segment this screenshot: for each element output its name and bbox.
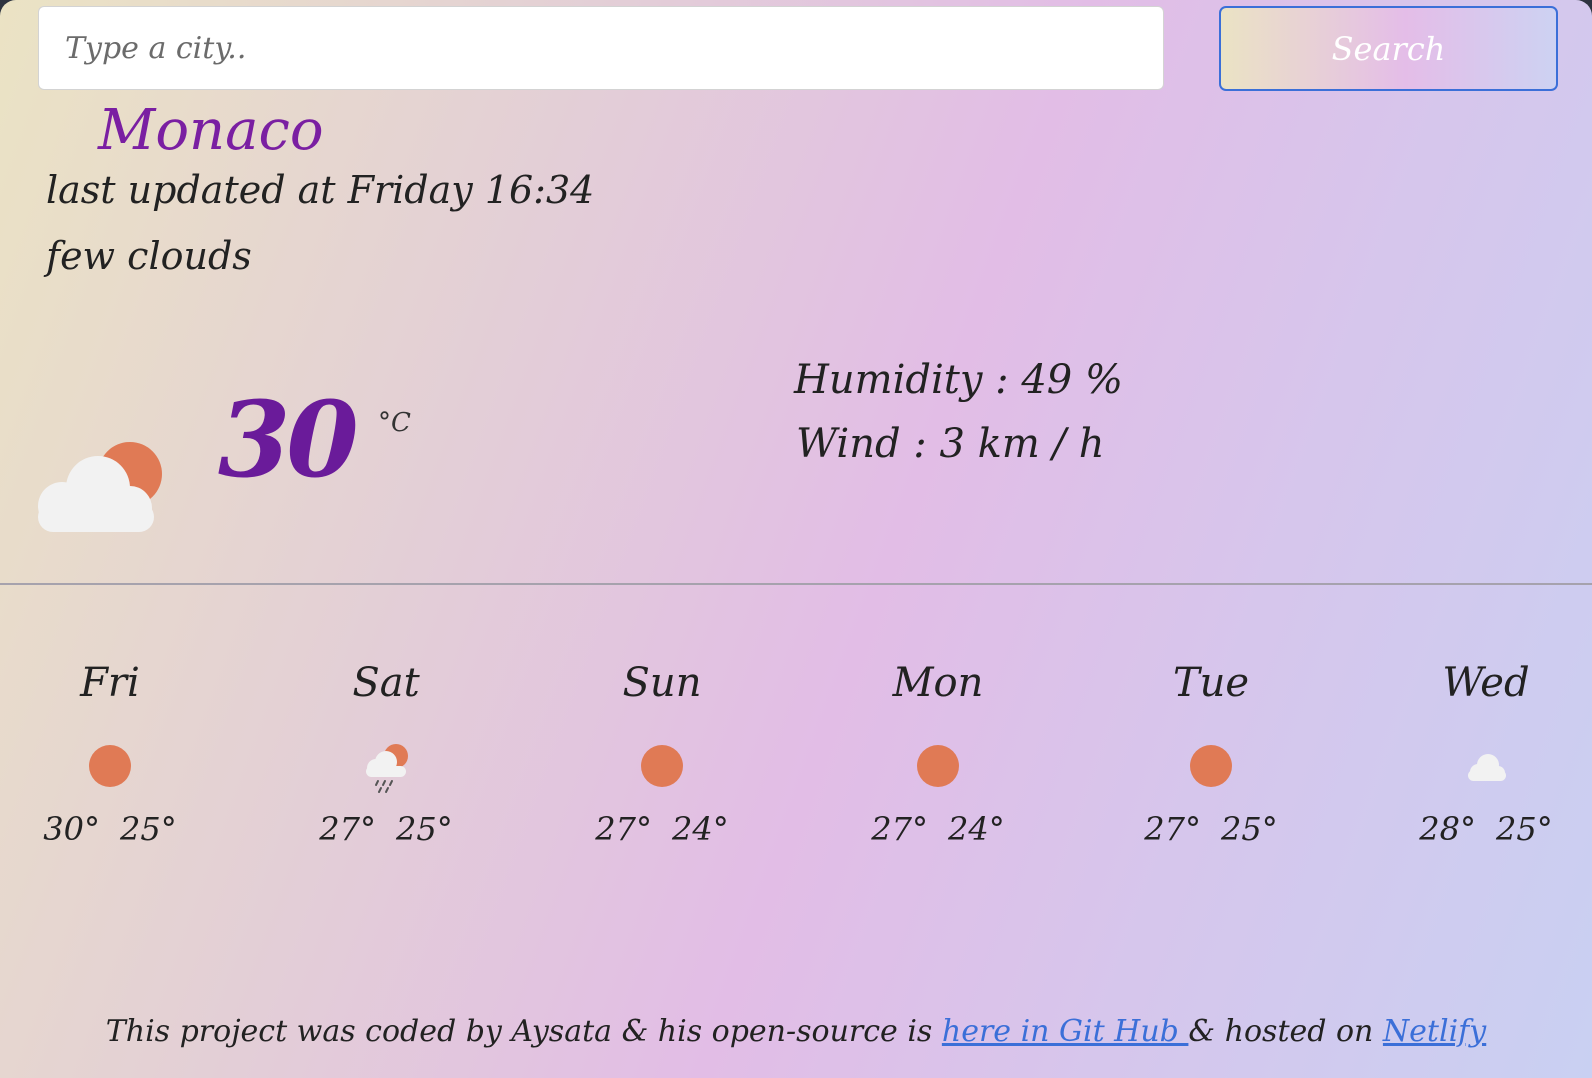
forecast-max-temp: 27°	[871, 810, 928, 848]
section-divider	[0, 583, 1592, 585]
wind-readout: Wind : 3 km / h	[796, 421, 1105, 467]
rain-day-icon	[366, 744, 408, 793]
clear-sky-icon	[641, 745, 683, 787]
forecast-temps: 27° 24°	[552, 810, 772, 848]
forecast-temps: 27° 25°	[276, 810, 496, 848]
cloud-icon	[1468, 754, 1506, 781]
city-name: Monaco	[98, 98, 324, 163]
forecast-min-temp: 25°	[120, 810, 177, 848]
clear-sky-icon	[89, 745, 131, 787]
forecast-temps: 30° 25°	[0, 810, 220, 848]
footer-text-hosted: & hosted on	[1188, 1014, 1383, 1049]
forecast-day-mon: Mon 27° 24°	[828, 660, 1048, 848]
forecast-day-wed: Wed 28° 25°	[1376, 660, 1592, 848]
weather-app: Search Monaco last updated at Friday 16:…	[0, 0, 1592, 1078]
forecast-day-sat: Sat 27° 25°	[276, 660, 496, 848]
forecast-max-temp: 27°	[595, 810, 652, 848]
forecast-min-temp: 25°	[396, 810, 453, 848]
forecast-day-name: Mon	[892, 660, 984, 706]
clear-sky-icon	[917, 745, 959, 787]
footer: This project was coded by Aysata & his o…	[0, 1014, 1592, 1049]
forecast-temps: 28° 25°	[1376, 810, 1592, 848]
netlify-link[interactable]: Netlify	[1383, 1014, 1486, 1049]
forecast-min-temp: 24°	[672, 810, 729, 848]
forecast-temps: 27° 25°	[1101, 810, 1321, 848]
search-button[interactable]: Search	[1219, 6, 1558, 91]
forecast-day-name: Wed	[1442, 660, 1530, 706]
forecast-day-name: Fri	[80, 660, 140, 706]
forecast-day-name: Sun	[622, 660, 702, 706]
city-search-input[interactable]	[38, 6, 1164, 90]
forecast-max-temp: 30°	[43, 810, 100, 848]
github-link[interactable]: here in Git Hub	[942, 1014, 1189, 1049]
forecast-max-temp: 27°	[1144, 810, 1201, 848]
clear-sky-icon	[1190, 745, 1232, 787]
current-temperature: 30	[218, 378, 359, 501]
forecast-max-temp: 28°	[1419, 810, 1476, 848]
weather-description: few clouds	[46, 234, 252, 278]
forecast-min-temp: 25°	[1221, 810, 1278, 848]
forecast-max-temp: 27°	[319, 810, 376, 848]
forecast-day-name: Tue	[1172, 660, 1250, 706]
forecast-temps: 27° 24°	[828, 810, 1048, 848]
forecast-min-temp: 24°	[948, 810, 1005, 848]
temperature-unit: °C	[378, 408, 411, 438]
humidity-readout: Humidity : 49 %	[794, 357, 1123, 403]
forecast-min-temp: 25°	[1496, 810, 1553, 848]
forecast-day-fri: Fri 30° 25°	[0, 660, 220, 848]
forecast-day-name: Sat	[352, 660, 420, 706]
forecast-day-tue: Tue 27° 25°	[1101, 660, 1321, 848]
last-updated-text: last updated at Friday 16:34	[46, 168, 595, 212]
few-clouds-day-icon	[38, 442, 162, 532]
footer-text-credit: This project was coded by Aysata & his o…	[105, 1014, 942, 1049]
forecast-day-sun: Sun 27° 24°	[552, 660, 772, 848]
